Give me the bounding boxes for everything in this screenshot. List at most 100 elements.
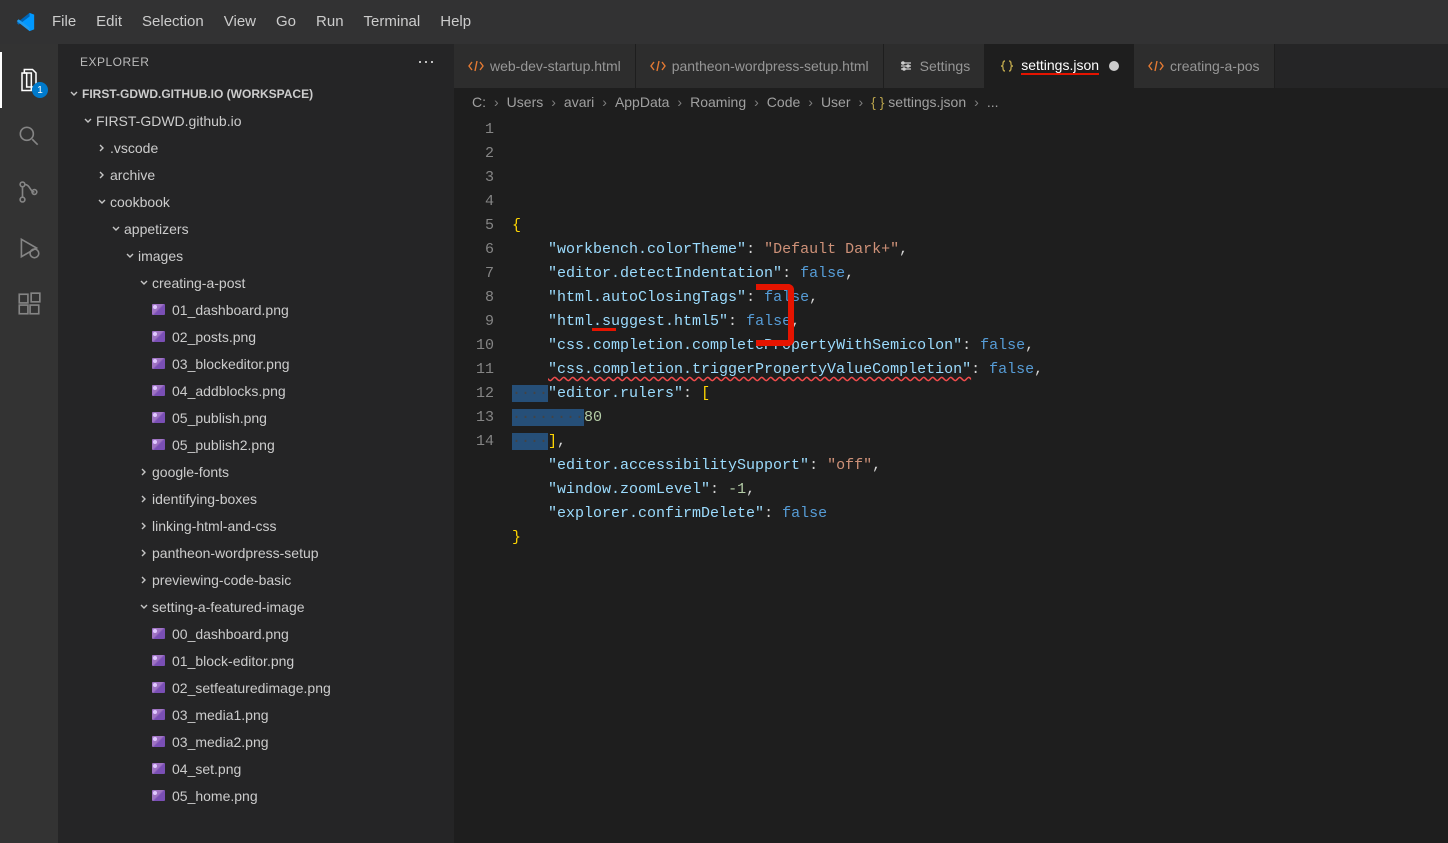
menu-go[interactable]: Go	[266, 0, 306, 44]
image-file-icon	[150, 329, 166, 345]
code-line[interactable]: "workbench.colorTheme": "Default Dark+",	[512, 238, 1302, 262]
code-line[interactable]: {	[512, 214, 1302, 238]
menu-file[interactable]: File	[42, 0, 86, 44]
tab-settings-json[interactable]: settings.json	[985, 44, 1134, 88]
tree-label: 01_block-editor.png	[172, 653, 294, 669]
workspace-root[interactable]: FIRST-GDWD.GITHUB.IO (WORKSPACE)	[58, 80, 454, 107]
run-debug-icon[interactable]	[0, 220, 58, 276]
tree-label: FIRST-GDWD.github.io	[96, 113, 241, 129]
tree-folder[interactable]: FIRST-GDWD.github.io	[58, 107, 454, 134]
breadcrumb-item[interactable]: Code	[767, 94, 800, 110]
tree-folder[interactable]: archive	[58, 161, 454, 188]
chevron-right-icon: ›	[490, 94, 503, 110]
tree-file[interactable]: 04_addblocks.png	[58, 377, 454, 404]
tree-label: pantheon-wordpress-setup	[152, 545, 319, 561]
chevron-right-icon: ›	[970, 94, 983, 110]
tab-creating-a-pos[interactable]: creating-a-pos	[1134, 44, 1275, 88]
menubar: FileEditSelectionViewGoRunTerminalHelp	[42, 0, 481, 44]
tree-file[interactable]: 05_publish2.png	[58, 431, 454, 458]
tree-label: 00_dashboard.png	[172, 626, 289, 642]
tree-file[interactable]: 04_set.png	[58, 755, 454, 782]
tree-label: archive	[110, 167, 155, 183]
code-line[interactable]: }	[512, 526, 1302, 550]
tree-folder[interactable]: creating-a-post	[58, 269, 454, 296]
breadcrumb-item[interactable]: ...	[987, 94, 999, 110]
image-file-icon	[150, 653, 166, 669]
tab-web-dev-startup-html[interactable]: web-dev-startup.html	[454, 44, 636, 88]
tree-file[interactable]: 02_posts.png	[58, 323, 454, 350]
chevron-right-icon	[94, 142, 110, 154]
tree-label: 01_dashboard.png	[172, 302, 289, 318]
breadcrumb-item[interactable]: Users	[507, 94, 544, 110]
code-line[interactable]: "explorer.confirmDelete": false	[512, 502, 1302, 526]
explorer-icon[interactable]: 1	[0, 52, 58, 108]
tree-file[interactable]: 01_block-editor.png	[58, 647, 454, 674]
image-file-icon	[150, 788, 166, 804]
breadcrumb-item[interactable]: C:	[472, 94, 486, 110]
breadcrumb-item[interactable]: { } settings.json	[871, 94, 966, 110]
tree-label: 03_blockeditor.png	[172, 356, 290, 372]
code-line[interactable]: "css.completion.triggerPropertyValueComp…	[512, 358, 1302, 382]
tree-label: 05_home.png	[172, 788, 258, 804]
tab-pantheon-wordpress-setup-html[interactable]: pantheon-wordpress-setup.html	[636, 44, 884, 88]
tree-file[interactable]: 05_publish.png	[58, 404, 454, 431]
source-control-icon[interactable]	[0, 164, 58, 220]
breadcrumb-item[interactable]: User	[821, 94, 851, 110]
code-line[interactable]: ····"editor.rulers": [	[512, 382, 1302, 406]
tree-label: 04_addblocks.png	[172, 383, 286, 399]
code-line[interactable]: "editor.detectIndentation": false,	[512, 262, 1302, 286]
code-content[interactable]: { "workbench.colorTheme": "Default Dark+…	[512, 116, 1302, 843]
menu-view[interactable]: View	[214, 0, 266, 44]
code-line[interactable]: "html.autoClosingTags": false,	[512, 286, 1302, 310]
code-line[interactable]: "css.completion.completePropertyWithSemi…	[512, 334, 1302, 358]
image-file-icon	[150, 437, 166, 453]
tree-folder[interactable]: previewing-code-basic	[58, 566, 454, 593]
search-icon[interactable]	[0, 108, 58, 164]
tree-label: .vscode	[110, 140, 158, 156]
breadcrumb-item[interactable]: avari	[564, 94, 594, 110]
tree-file[interactable]: 03_blockeditor.png	[58, 350, 454, 377]
extensions-icon[interactable]	[0, 276, 58, 332]
tree-folder[interactable]: cookbook	[58, 188, 454, 215]
tree-folder[interactable]: linking-html-and-css	[58, 512, 454, 539]
tree-file[interactable]: 01_dashboard.png	[58, 296, 454, 323]
tree-file[interactable]: 05_home.png	[58, 782, 454, 809]
chevron-down-icon	[94, 196, 110, 208]
code-line[interactable]: ····],	[512, 430, 1302, 454]
tree-file[interactable]: 03_media1.png	[58, 701, 454, 728]
chevron-right-icon: ›	[855, 94, 868, 110]
tree-file[interactable]: 02_setfeaturedimage.png	[58, 674, 454, 701]
image-file-icon	[150, 410, 166, 426]
breadcrumb-item[interactable]: Roaming	[690, 94, 746, 110]
breadcrumb-item[interactable]: AppData	[615, 94, 669, 110]
editor[interactable]: 1234567891011121314 { "workbench.colorTh…	[454, 116, 1448, 843]
menu-selection[interactable]: Selection	[132, 0, 214, 44]
tree-label: images	[138, 248, 183, 264]
chevron-right-icon	[136, 547, 152, 559]
tab-settings[interactable]: Settings	[884, 44, 986, 88]
code-line[interactable]: "window.zoomLevel": -1,	[512, 478, 1302, 502]
tab-label: web-dev-startup.html	[490, 58, 621, 74]
sidebar-more-icon[interactable]: ⋯	[417, 52, 436, 73]
menu-terminal[interactable]: Terminal	[354, 0, 431, 44]
menu-run[interactable]: Run	[306, 0, 354, 44]
tree-folder[interactable]: google-fonts	[58, 458, 454, 485]
file-tree[interactable]: FIRST-GDWD.GITHUB.IO (WORKSPACE) FIRST-G…	[58, 80, 454, 843]
tree-file[interactable]: 03_media2.png	[58, 728, 454, 755]
tree-folder[interactable]: .vscode	[58, 134, 454, 161]
code-line[interactable]: "html.suggest.html5": false,	[512, 310, 1302, 334]
tree-folder[interactable]: pantheon-wordpress-setup	[58, 539, 454, 566]
code-line[interactable]: "editor.accessibilitySupport": "off",	[512, 454, 1302, 478]
breadcrumbs[interactable]: C:›Users›avari›AppData›Roaming›Code›User…	[454, 88, 1448, 116]
image-file-icon	[150, 761, 166, 777]
menu-help[interactable]: Help	[430, 0, 481, 44]
tree-folder[interactable]: images	[58, 242, 454, 269]
menu-edit[interactable]: Edit	[86, 0, 132, 44]
tree-folder[interactable]: appetizers	[58, 215, 454, 242]
tree-file[interactable]: 00_dashboard.png	[58, 620, 454, 647]
minimap[interactable]	[1302, 116, 1448, 843]
tree-folder[interactable]: identifying-boxes	[58, 485, 454, 512]
tree-label: 02_posts.png	[172, 329, 256, 345]
tree-folder[interactable]: setting-a-featured-image	[58, 593, 454, 620]
code-line[interactable]: ········80	[512, 406, 1302, 430]
